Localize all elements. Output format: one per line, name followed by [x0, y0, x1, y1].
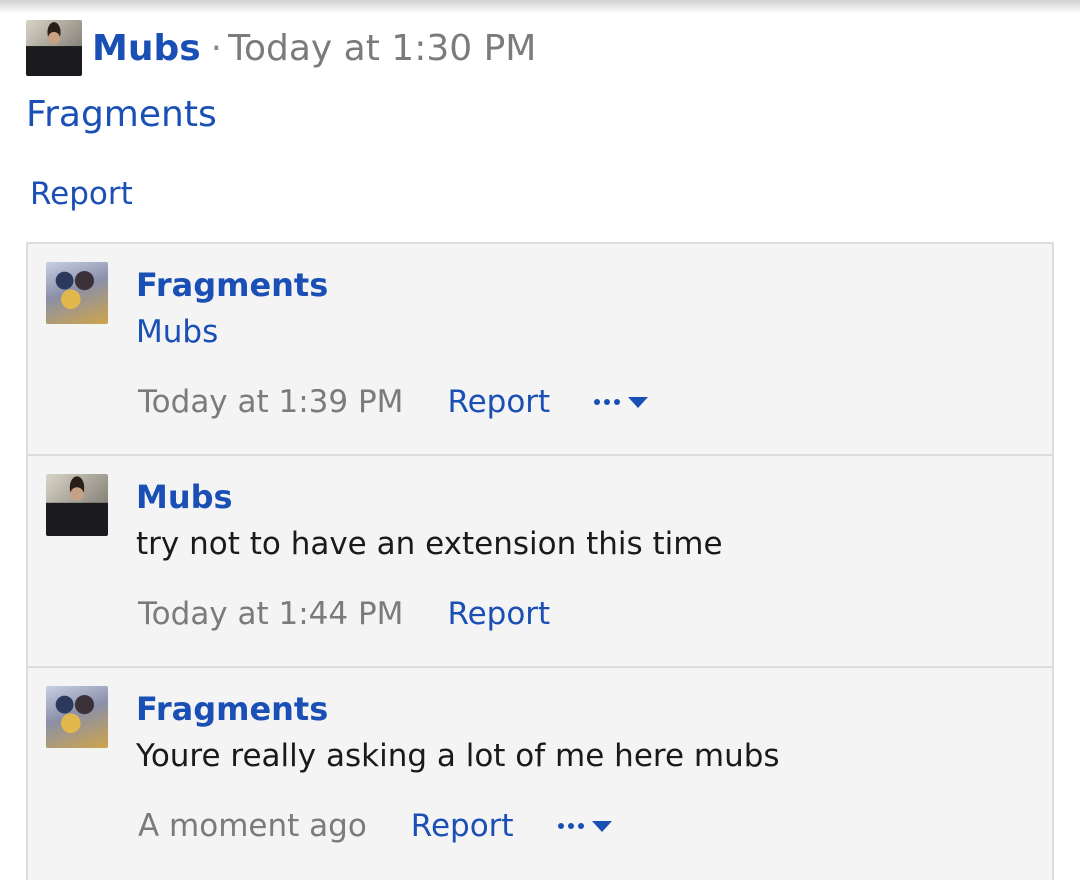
comment-body[interactable]: Mubs: [136, 314, 218, 350]
comment-body: Youre really asking a lot of me here mub…: [136, 738, 780, 774]
more-dots-icon: [557, 823, 584, 829]
comment-meta: Today at 1:39 PM Report: [138, 384, 649, 420]
comment-author[interactable]: Mubs: [136, 478, 233, 516]
avatar[interactable]: [26, 20, 82, 76]
more-actions-button[interactable]: [557, 820, 612, 832]
comment-report-link[interactable]: Report: [447, 596, 550, 632]
post-header: Mubs · Today at 1:30 PM: [26, 20, 536, 76]
post-author[interactable]: Mubs: [92, 28, 201, 69]
comment-report-link[interactable]: Report: [447, 384, 550, 420]
list-item: Fragments Youre really asking a lot of m…: [28, 668, 1052, 880]
caret-down-icon: [628, 396, 649, 408]
comment-timestamp[interactable]: Today at 1:39 PM: [138, 384, 403, 420]
comment-body: try not to have an extension this time: [136, 526, 723, 562]
meta-separator: ·: [210, 27, 223, 69]
avatar[interactable]: [46, 262, 108, 324]
comment-report-link[interactable]: Report: [411, 808, 514, 844]
list-item: Mubs try not to have an extension this t…: [28, 456, 1052, 668]
comment-timestamp[interactable]: Today at 1:44 PM: [138, 596, 403, 632]
more-dots-icon: [594, 399, 621, 405]
post-timestamp[interactable]: Today at 1:30 PM: [228, 28, 536, 69]
comment-list: Fragments Mubs Today at 1:39 PM Report M…: [26, 242, 1054, 880]
list-item: Fragments Mubs Today at 1:39 PM Report: [28, 244, 1052, 456]
comment-author[interactable]: Fragments: [136, 690, 328, 728]
avatar[interactable]: [46, 686, 108, 748]
comment-meta: Today at 1:44 PM Report: [138, 596, 550, 632]
caret-down-icon: [591, 820, 612, 832]
post-report-link[interactable]: Report: [30, 176, 133, 212]
post-content-link[interactable]: Fragments: [26, 94, 217, 135]
top-shadow: [0, 0, 1080, 14]
more-actions-button[interactable]: [594, 396, 649, 408]
avatar[interactable]: [46, 474, 108, 536]
comment-meta: A moment ago Report: [138, 808, 612, 844]
page: Mubs · Today at 1:30 PM Fragments Report…: [0, 0, 1080, 880]
comment-author[interactable]: Fragments: [136, 266, 328, 304]
comment-timestamp[interactable]: A moment ago: [138, 808, 367, 844]
